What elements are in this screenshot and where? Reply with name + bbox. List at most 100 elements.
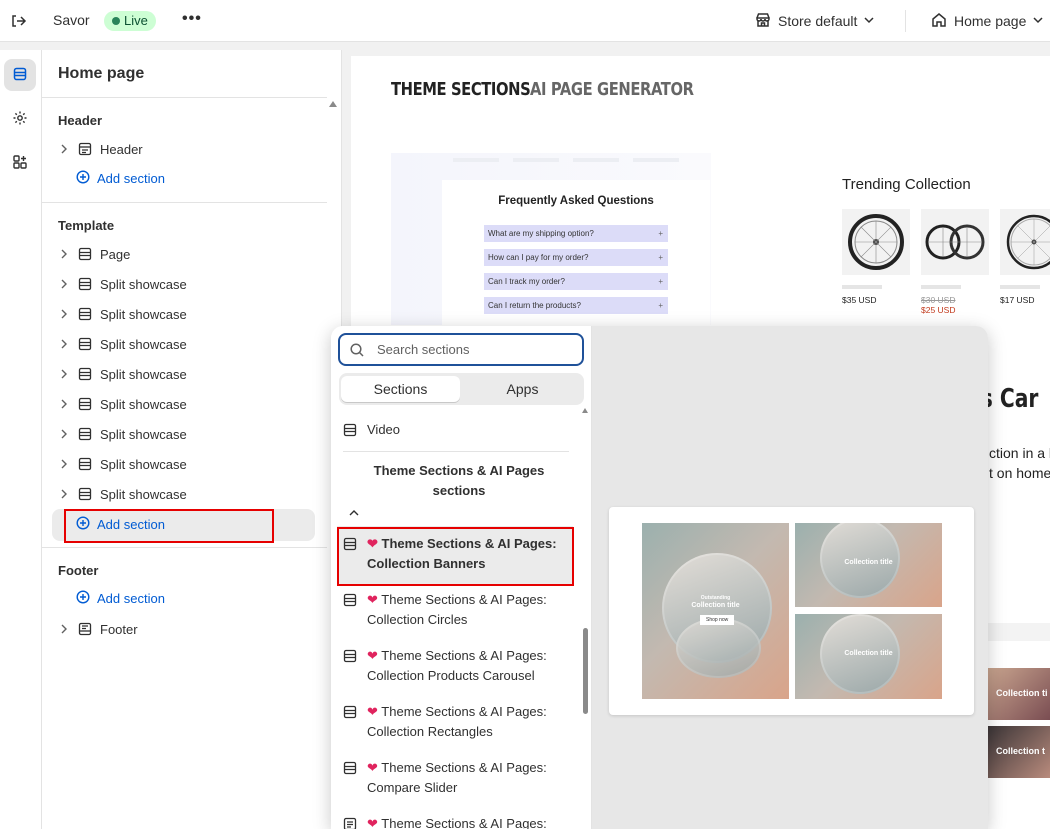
product-image [1000, 209, 1050, 275]
product-image [921, 209, 989, 275]
section-icon [343, 761, 357, 775]
section-preview-card: Outstanding Collection title Shop now Co… [609, 507, 974, 715]
scrollbar[interactable] [581, 408, 589, 829]
chevron-right-icon[interactable] [58, 278, 70, 290]
section-row-split-showcase[interactable]: Split showcase [58, 389, 314, 419]
chevron-right-icon[interactable] [58, 488, 70, 500]
faq-item: + How can I pay for my order? [484, 249, 668, 266]
sections-rail-button[interactable] [4, 59, 36, 91]
product-price: $17 USD [1000, 295, 1035, 305]
list-item-label: Theme Sections & AI Pages: [381, 704, 547, 719]
heart-icon: ❤ [367, 592, 378, 607]
apps-rail-button[interactable] [4, 147, 36, 179]
exit-icon[interactable] [8, 11, 28, 31]
section-icon [78, 487, 92, 501]
chevron-right-icon[interactable] [58, 398, 70, 410]
list-item-collection-circles[interactable]: ❤ Theme Sections & AI Pages: Collection C… [343, 590, 583, 630]
chevron-up-icon[interactable] [349, 504, 359, 516]
search-input[interactable]: Search sections [338, 333, 584, 366]
section-icon [343, 593, 357, 607]
list-item-label: Theme Sections & AI Pages: [381, 760, 547, 775]
add-section-popover: Search sections Sections Apps Video Them… [331, 326, 988, 829]
divider [42, 202, 327, 203]
rating-placeholder [633, 158, 679, 162]
preview-tab-ai-page-generator[interactable]: AI PAGE GENERATOR [530, 79, 694, 100]
section-row-split-showcase[interactable]: Split showcase [58, 479, 314, 509]
plus-icon: + [658, 301, 663, 310]
section-list-panel: Search sections Sections Apps Video Them… [331, 326, 591, 829]
tab-apps[interactable]: Apps [463, 376, 582, 402]
heart-icon: ❤ [367, 760, 378, 775]
chevron-right-icon[interactable] [58, 308, 70, 320]
section-icon [78, 337, 92, 351]
add-section-button-footer[interactable]: Add section [76, 586, 165, 610]
section-row-split-showcase[interactable]: Split showcase [58, 419, 314, 449]
chevron-right-icon[interactable] [58, 623, 70, 635]
divider [343, 451, 569, 452]
wheel-icon [848, 214, 904, 270]
divider [42, 547, 327, 548]
title-placeholder [1000, 285, 1040, 289]
add-section-label: Add section [97, 590, 165, 606]
more-actions-button[interactable]: ••• [182, 10, 202, 28]
section-row-split-showcase[interactable]: Split showcase [58, 299, 314, 329]
title-placeholder [921, 285, 961, 289]
theme-label: Store default [778, 13, 858, 29]
disc-shape [676, 618, 761, 678]
scrollbar-thumb[interactable] [583, 628, 588, 714]
apps-icon [12, 154, 28, 173]
list-item-collection-products-carousel[interactable]: ❤ Theme Sections & AI Pages: Collection P… [343, 646, 583, 686]
add-section-label: Add section [97, 170, 165, 186]
preview-tab-theme-sections[interactable]: THEME SECTIONS [391, 79, 531, 100]
add-section-button-header[interactable]: Add section [76, 166, 165, 190]
section-row-footer[interactable]: Footer [58, 614, 314, 644]
tab-sections[interactable]: Sections [341, 376, 460, 402]
chevron-right-icon[interactable] [58, 428, 70, 440]
home-icon [930, 11, 948, 32]
section-row-page[interactable]: Page [58, 239, 314, 269]
product-price-sale: $25 USD [921, 305, 956, 315]
heart-icon: ❤ [367, 816, 378, 829]
section-row-header[interactable]: Header [58, 134, 314, 164]
search-icon [349, 342, 365, 358]
section-label: Split showcase [100, 456, 187, 472]
product-price-old: $30 USD [921, 295, 956, 305]
section-label: Split showcase [100, 396, 187, 412]
placeholder-strip [983, 623, 1050, 641]
chevron-right-icon[interactable] [58, 338, 70, 350]
list-item-sublabel: Compare Slider [367, 780, 458, 795]
page-selector[interactable]: Home page [930, 11, 1044, 31]
settings-rail-button[interactable] [4, 103, 36, 135]
heart-icon: ❤ [367, 648, 378, 663]
list-item-label: Theme Sections & AI Pages: [381, 648, 547, 663]
list-item-video[interactable]: Video [343, 420, 583, 440]
section-icon [343, 705, 357, 719]
plus-icon: + [658, 253, 663, 262]
section-icon [78, 307, 92, 321]
section-label: Header [100, 141, 143, 157]
store-name: Savor [53, 12, 90, 28]
chevron-right-icon[interactable] [58, 248, 70, 260]
banner-kicker: Outstanding [700, 595, 731, 601]
section-row-split-showcase[interactable]: Split showcase [58, 449, 314, 479]
list-item-collection-rectangles[interactable]: ❤ Theme Sections & AI Pages: Collection R… [343, 702, 583, 742]
faq-item: + What are my shipping option? [484, 225, 668, 242]
list-item-compare-slider[interactable]: ❤ Theme Sections & AI Pages: Compare Slid… [343, 758, 583, 798]
rating-placeholder [453, 158, 499, 162]
section-row-split-showcase[interactable]: Split showcase [58, 359, 314, 389]
scroll-up-arrow[interactable] [582, 408, 588, 413]
list-item-next[interactable]: ❤ Theme Sections & AI Pages: [343, 814, 583, 829]
chevron-right-icon[interactable] [58, 143, 70, 155]
chevron-right-icon[interactable] [58, 458, 70, 470]
section-row-split-showcase[interactable]: Split showcase [58, 269, 314, 299]
theme-selector[interactable]: Store default [754, 11, 875, 31]
section-row-split-showcase[interactable]: Split showcase [58, 329, 314, 359]
section-icon [78, 427, 92, 441]
banner-button: Shop now [700, 615, 735, 625]
plus-icon: + [658, 277, 663, 286]
list-item-label: Theme Sections & AI Pages: [381, 816, 547, 829]
section-icon [78, 457, 92, 471]
section-icon [78, 367, 92, 381]
chevron-right-icon[interactable] [58, 368, 70, 380]
scroll-up-arrow[interactable] [329, 101, 337, 107]
